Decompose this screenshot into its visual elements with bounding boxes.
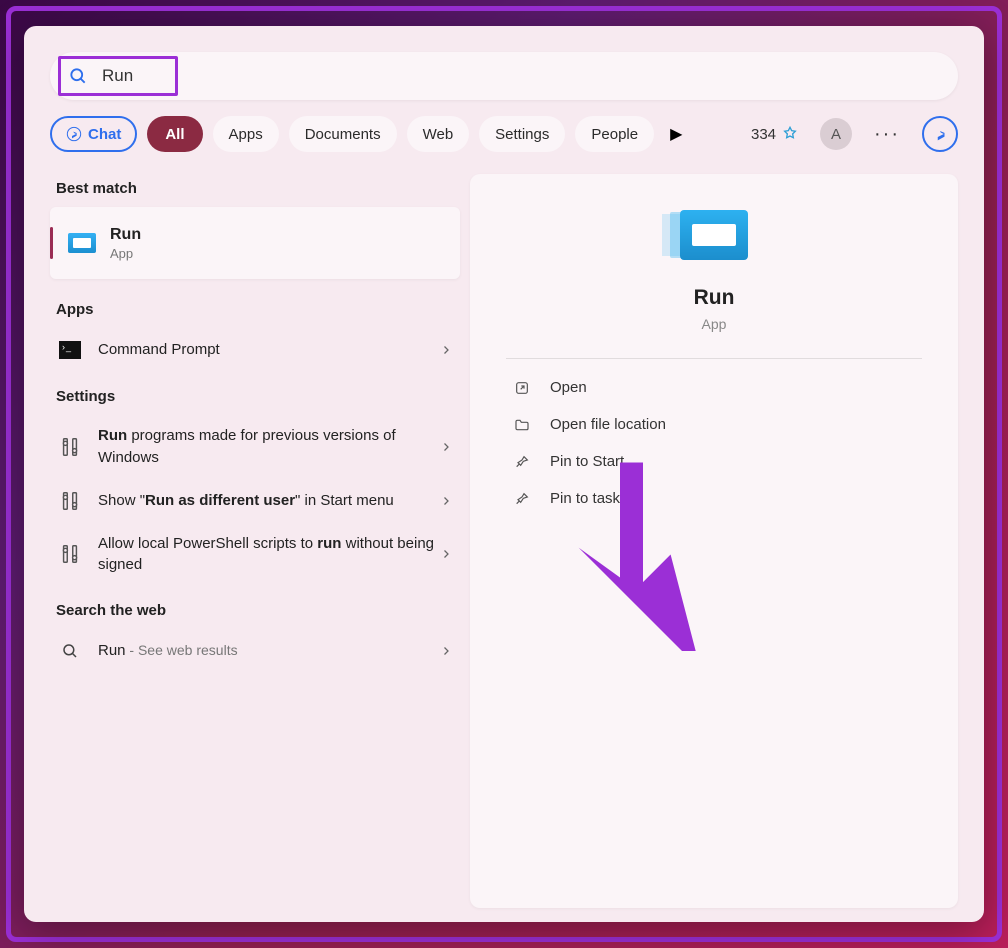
- chevron-right-icon: [440, 645, 452, 657]
- result-run-as-different-user[interactable]: Show "Run as different user" in Start me…: [50, 479, 460, 523]
- chevron-right-icon: [440, 495, 452, 507]
- search-bar[interactable]: [50, 52, 958, 100]
- rewards-icon: [782, 126, 798, 142]
- pin-icon: [512, 454, 532, 470]
- bing-button[interactable]: [922, 116, 958, 152]
- search-input[interactable]: [102, 66, 940, 86]
- selection-indicator: [50, 227, 53, 259]
- user-avatar[interactable]: A: [820, 118, 852, 150]
- chevron-right-icon: [440, 344, 452, 356]
- best-match-subtitle: App: [110, 246, 141, 261]
- action-pin-to-start[interactable]: Pin to Start: [506, 443, 922, 480]
- result-run-compatibility[interactable]: Run programs made for previous versions …: [50, 415, 460, 479]
- best-match-title: Run: [110, 226, 141, 244]
- section-best-match: Best match: [56, 180, 460, 197]
- detail-title: Run: [694, 286, 735, 310]
- search-icon: [68, 66, 88, 86]
- settings-icon: [58, 435, 82, 459]
- search-panel: Chat All Apps Documents Web Settings Peo…: [24, 26, 984, 922]
- overflow-menu-icon[interactable]: ···: [868, 123, 906, 146]
- bing-icon: [66, 126, 82, 142]
- pin-icon: [512, 491, 532, 507]
- tab-apps[interactable]: Apps: [213, 116, 279, 152]
- chevron-right-icon: [440, 441, 452, 453]
- run-app-icon: [68, 233, 96, 253]
- section-web: Search the web: [56, 602, 460, 619]
- more-tabs-icon[interactable]: ▶: [664, 124, 688, 144]
- bing-icon: [931, 125, 949, 143]
- detail-pane: Run App Open Open file location: [470, 174, 958, 908]
- settings-icon: [58, 489, 82, 513]
- rewards-counter[interactable]: 334: [745, 126, 804, 143]
- folder-icon: [512, 417, 532, 433]
- result-command-prompt[interactable]: Command Prompt: [50, 328, 460, 372]
- section-settings: Settings: [56, 388, 460, 405]
- best-match-result[interactable]: Run App: [50, 207, 460, 279]
- detail-subtitle: App: [702, 316, 727, 332]
- action-open-file-location[interactable]: Open file location: [506, 406, 922, 443]
- filter-tabs: Chat All Apps Documents Web Settings Peo…: [24, 100, 984, 152]
- search-icon: [58, 639, 82, 663]
- tab-documents[interactable]: Documents: [289, 116, 397, 152]
- settings-icon: [58, 542, 82, 566]
- tab-web[interactable]: Web: [407, 116, 470, 152]
- action-pin-to-taskbar[interactable]: Pin to taskbar: [506, 480, 922, 517]
- action-open[interactable]: Open: [506, 369, 922, 406]
- result-powershell-unsigned[interactable]: Allow local PowerShell scripts to run wi…: [50, 523, 460, 587]
- tab-all[interactable]: All: [147, 116, 202, 152]
- tab-settings[interactable]: Settings: [479, 116, 565, 152]
- results-column: Best match Run App Apps Command Prompt S…: [50, 174, 460, 908]
- result-web-search[interactable]: Run - See web results: [50, 629, 460, 673]
- open-icon: [512, 380, 532, 396]
- run-app-icon: [680, 210, 748, 260]
- tab-chat[interactable]: Chat: [50, 116, 137, 152]
- section-apps: Apps: [56, 301, 460, 318]
- tab-people[interactable]: People: [575, 116, 654, 152]
- command-prompt-icon: [59, 341, 81, 359]
- chevron-right-icon: [440, 548, 452, 560]
